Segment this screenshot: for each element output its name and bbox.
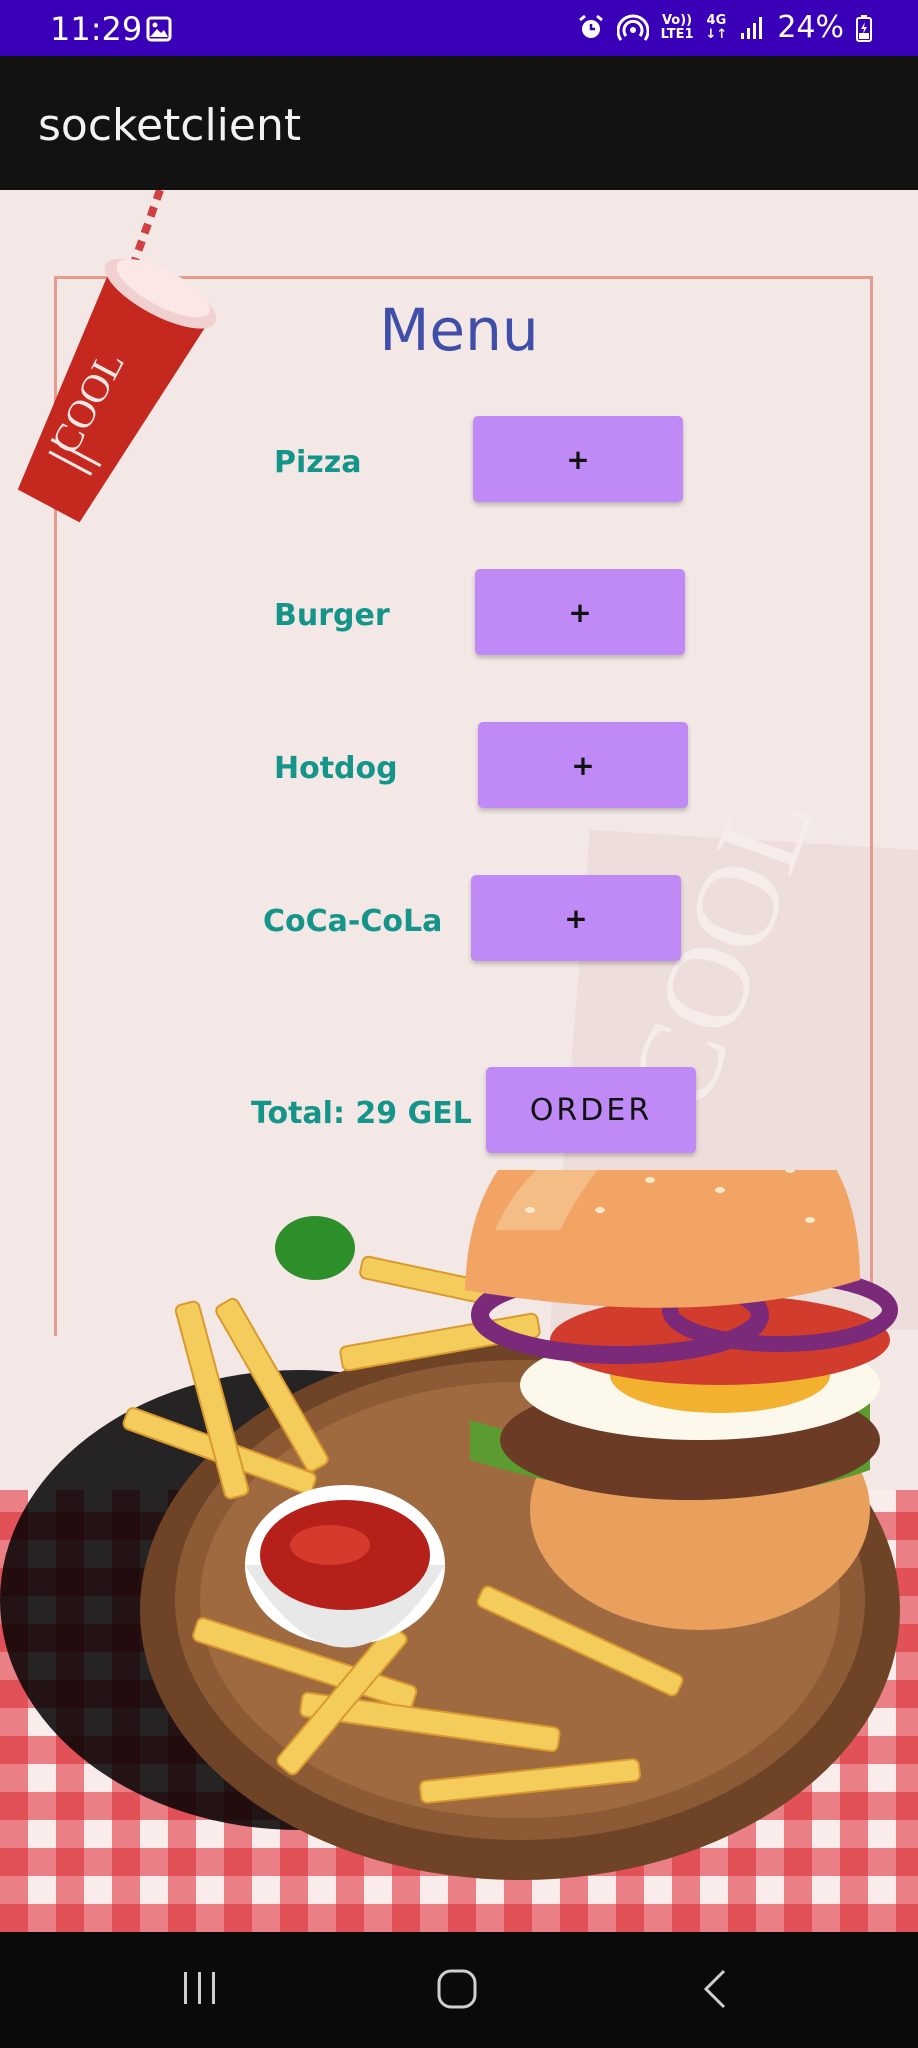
status-bar: 11:29 Vo)) LTE1 4G ↓↑ 24%: [0, 0, 918, 56]
app-title: socketclient: [38, 100, 302, 151]
app-bar: socketclient: [0, 56, 918, 190]
battery-percent: 24%: [777, 10, 844, 45]
frame-right-line: [870, 276, 873, 1296]
recent-apps-icon[interactable]: [180, 1968, 220, 2008]
volte-indicator: Vo)) LTE1: [660, 12, 694, 42]
order-button[interactable]: ORDER: [486, 1067, 696, 1153]
add-cocacola-button[interactable]: +: [471, 875, 681, 961]
status-right-cluster: Vo)) LTE1 4G ↓↑ 24%: [577, 10, 872, 45]
order-total: Total: 29 GEL: [251, 1096, 472, 1131]
burger-and-fries-illustration: [0, 1170, 900, 1880]
battery-charging-icon: [856, 14, 872, 42]
add-hotdog-button[interactable]: +: [478, 722, 688, 808]
hotspot-icon: [616, 14, 649, 41]
item-label-pizza: Pizza: [274, 445, 362, 480]
status-time: 11:29: [50, 10, 143, 48]
signal-icon: [741, 16, 763, 39]
alarm-icon: [578, 14, 603, 38]
back-icon[interactable]: [700, 1968, 730, 2010]
home-icon[interactable]: [436, 1968, 478, 2010]
network-gen-indicator: 4G ↓↑: [705, 12, 728, 42]
add-pizza-button[interactable]: +: [473, 416, 683, 502]
gallery-notification-icon: [146, 16, 172, 42]
cool-cup-illustration: COOL: [17, 190, 217, 523]
item-label-hotdog: Hotdog: [274, 751, 398, 786]
menu-title: Menu: [379, 296, 539, 364]
system-nav-bar: [0, 1932, 918, 2048]
item-label-burger: Burger: [274, 598, 390, 633]
main-content: COOL COOL Menu Pizza + Burger + Hotdog +…: [0, 190, 918, 1932]
add-burger-button[interactable]: +: [475, 569, 685, 655]
item-label-cocacola: CoCa-CoLa: [263, 904, 443, 939]
